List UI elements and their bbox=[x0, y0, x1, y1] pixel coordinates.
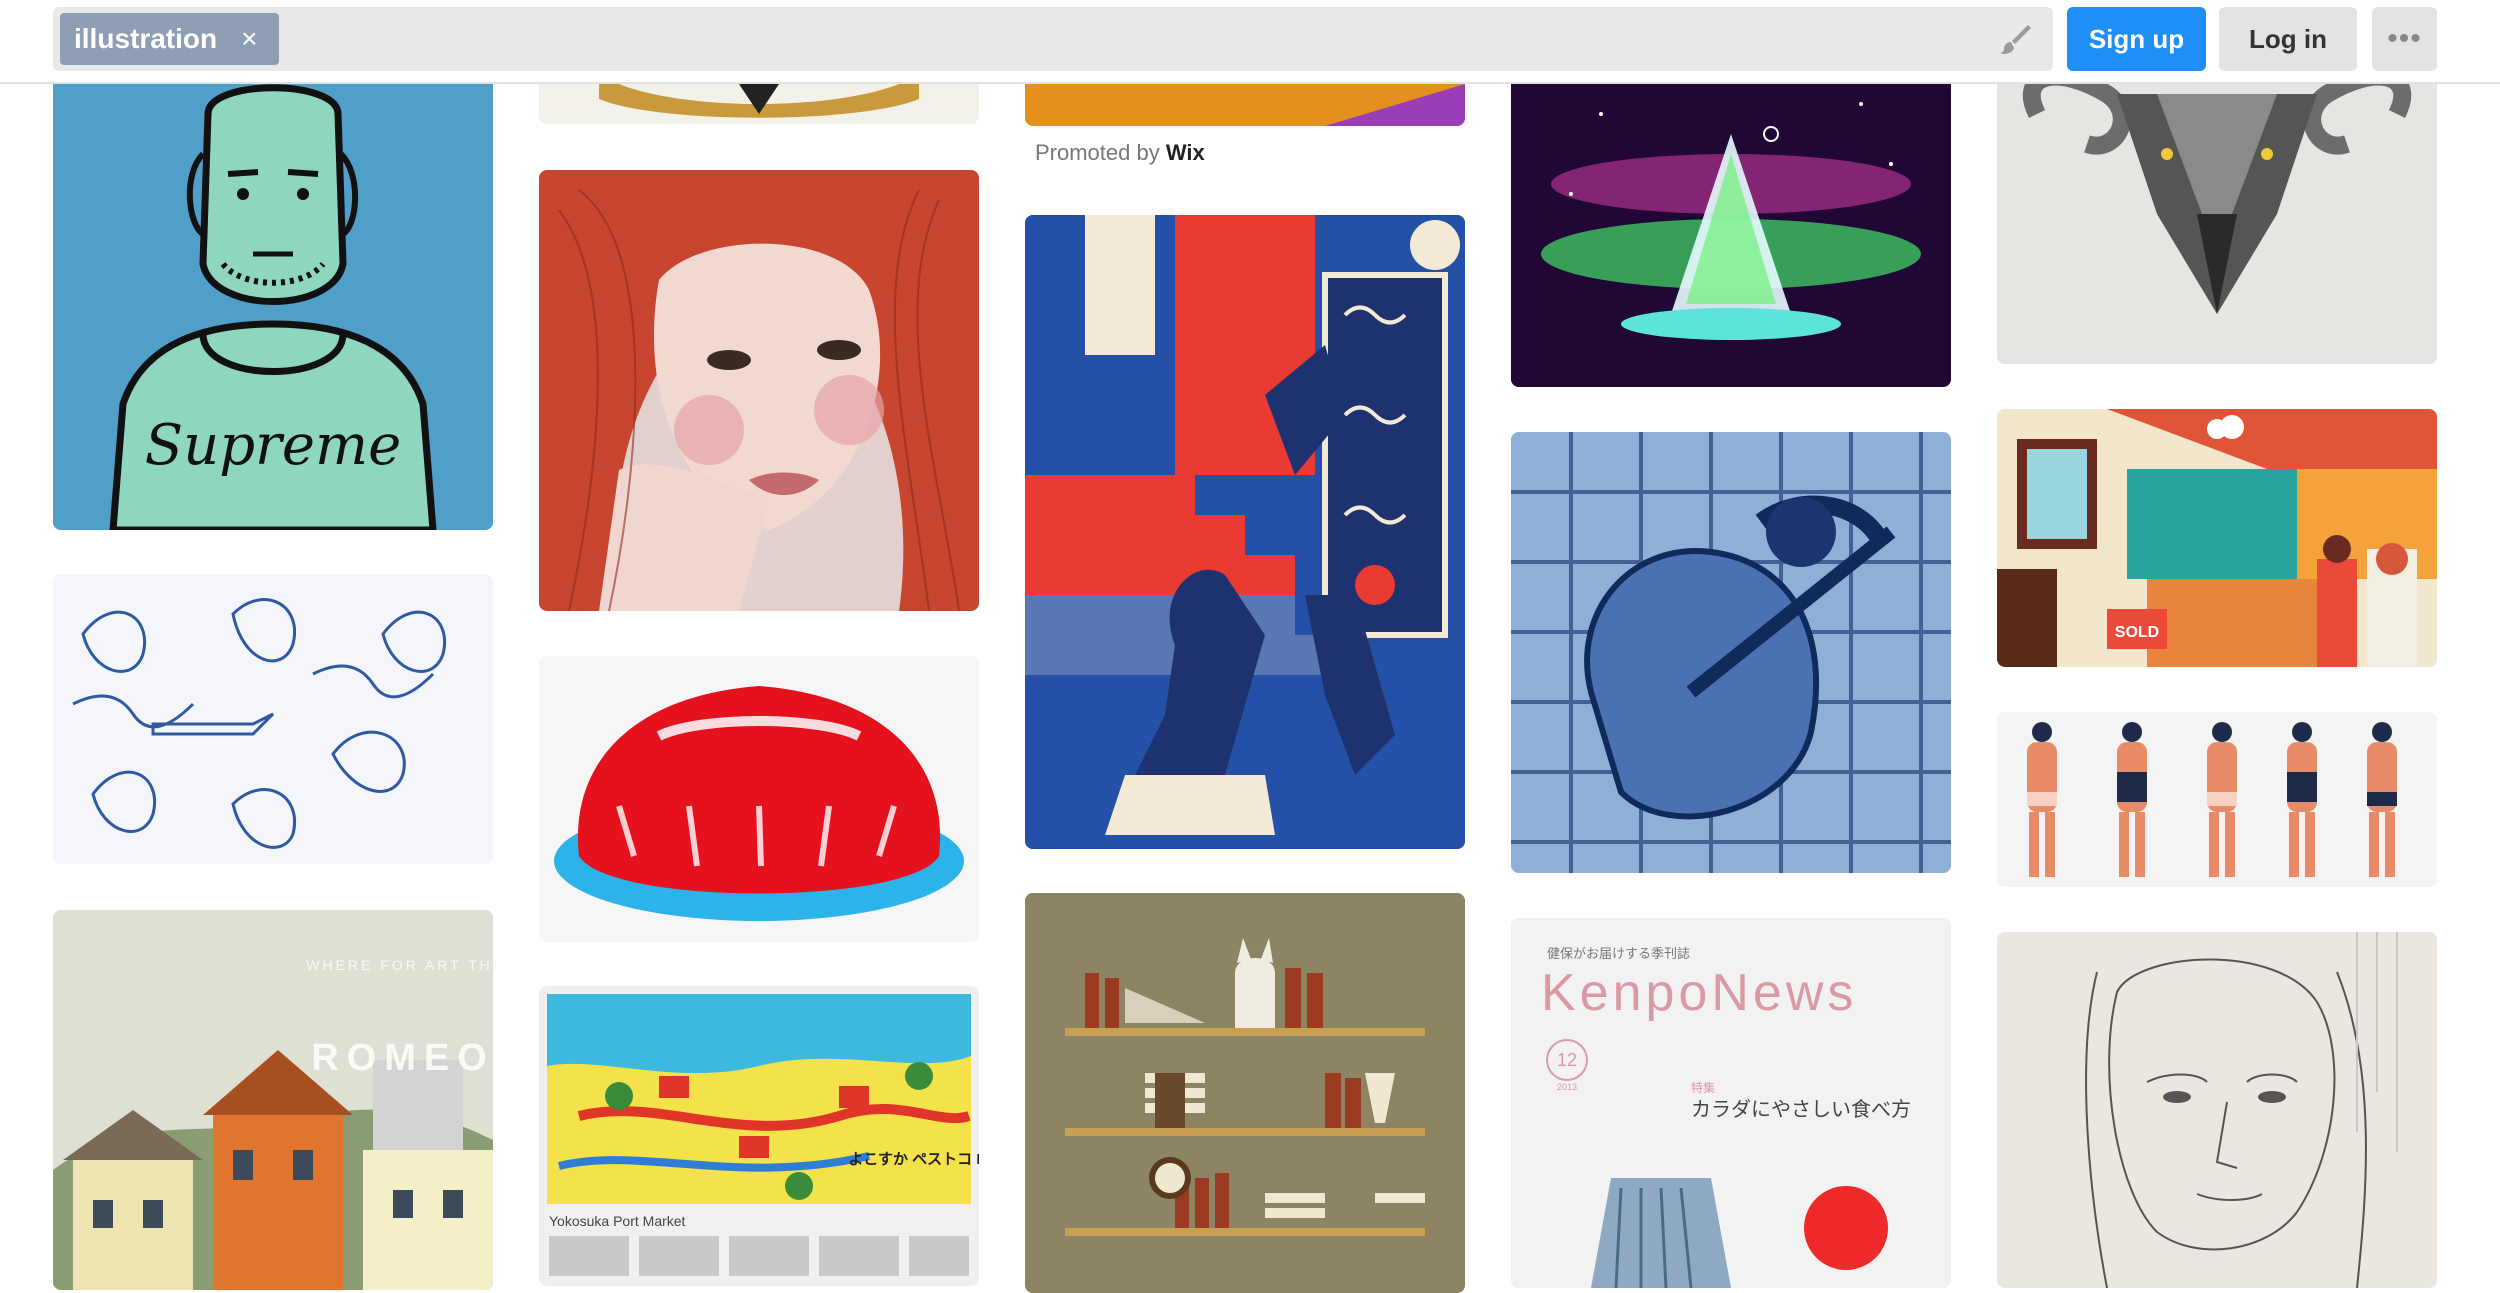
kenpo-issue-year: 2013 bbox=[1557, 1082, 1577, 1092]
pin-romeo-houses[interactable]: WHERE FOR ART THOU ROMEO bbox=[53, 910, 493, 1290]
pin-bookshelf-cat[interactable] bbox=[1025, 893, 1465, 1293]
top-bar: illustration × Sign up Log in ••• bbox=[0, 0, 2500, 84]
sold-sign: SOLD bbox=[2115, 624, 2159, 641]
pin-redhead-woman[interactable] bbox=[539, 170, 979, 611]
svg-text:Supreme: Supreme bbox=[145, 413, 401, 478]
pin-red-jelly[interactable] bbox=[539, 656, 979, 942]
pin-kenpo-news[interactable]: 健保がお届けする季刊誌 KenpoNews 12 2013 特集 カラダにやさし… bbox=[1511, 918, 1951, 1288]
log-in-button[interactable]: Log in bbox=[2219, 7, 2357, 71]
kenpo-feature-label: 特集 bbox=[1691, 1080, 1715, 1095]
pin-pencil-portrait[interactable] bbox=[1997, 932, 2437, 1288]
romeo-subtitle: WHERE FOR ART THOU bbox=[306, 957, 493, 973]
paintbrush-icon[interactable] bbox=[1998, 22, 2032, 56]
sign-up-button[interactable]: Sign up bbox=[2067, 7, 2206, 71]
pin-house-cutaway[interactable]: SOLD bbox=[1997, 409, 2437, 667]
pin-supreme-hoodie-man[interactable]: Supreme bbox=[53, 74, 493, 530]
promoted-by-label: Promoted by Wix bbox=[1035, 140, 1205, 166]
pin-stairs-figures[interactable] bbox=[1025, 215, 1465, 849]
promoted-brand[interactable]: Wix bbox=[1166, 140, 1205, 165]
pin-yokosuka-map[interactable]: よこすか ペストコ MAP Yokosuka Port Market bbox=[539, 986, 979, 1286]
pin-aurora-triangle[interactable] bbox=[1511, 74, 1951, 387]
search-tag-label: illustration bbox=[74, 23, 218, 54]
remove-tag-icon[interactable]: × bbox=[241, 23, 257, 55]
map-caption: Yokosuka Port Market bbox=[549, 1213, 686, 1229]
kenpo-issue: 12 bbox=[1557, 1050, 1577, 1070]
search-tag-chip[interactable]: illustration × bbox=[60, 13, 280, 65]
romeo-title: ROMEO bbox=[311, 1037, 493, 1079]
more-options-icon[interactable]: ••• bbox=[2372, 7, 2437, 71]
kenpo-title: KenpoNews bbox=[1541, 964, 1857, 1022]
kenpo-feature: カラダにやさしい食べ方 bbox=[1691, 1098, 1911, 1121]
kenpo-top-line: 健保がお届けする季刊誌 bbox=[1547, 946, 1690, 961]
pin-toile-pattern[interactable] bbox=[53, 574, 493, 864]
map-title: よこすか ペストコ MAP bbox=[848, 1151, 979, 1168]
search-bar[interactable] bbox=[53, 7, 2053, 71]
pin-goat-head[interactable] bbox=[1997, 74, 2437, 364]
pin-swimsuit-figures[interactable] bbox=[1997, 712, 2437, 887]
promoted-prefix: Promoted by bbox=[1035, 140, 1160, 165]
pin-swimmer-halftone[interactable] bbox=[1511, 432, 1951, 873]
